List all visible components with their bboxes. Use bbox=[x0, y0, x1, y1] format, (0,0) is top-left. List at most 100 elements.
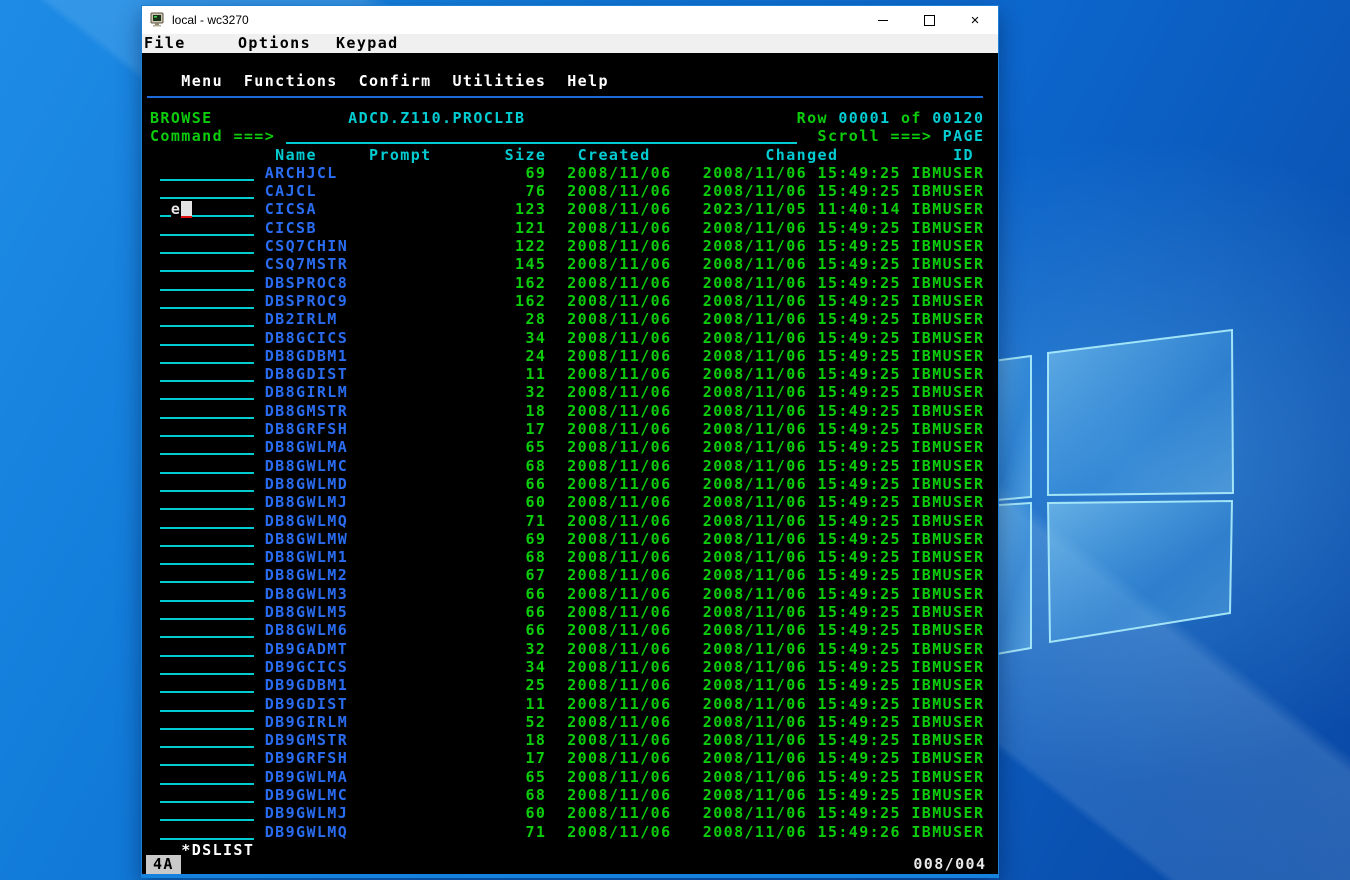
member-created: 2008/11/06 bbox=[567, 749, 672, 768]
selection-field[interactable] bbox=[160, 526, 255, 529]
member-id: IBMUSER bbox=[911, 438, 985, 457]
selection-field[interactable] bbox=[160, 270, 255, 273]
selection-field[interactable] bbox=[160, 691, 255, 694]
selection-field[interactable] bbox=[160, 837, 255, 840]
selection-field[interactable] bbox=[160, 672, 255, 675]
selection-field[interactable] bbox=[160, 416, 255, 419]
member-id: IBMUSER bbox=[911, 456, 985, 475]
member-name: DB9GIRLM bbox=[264, 712, 349, 731]
member-changed: 2008/11/06 15:49:25 bbox=[702, 767, 901, 786]
member-row: CICSB 121 2008/11/06 2008/11/06 15:49:25… bbox=[142, 219, 998, 237]
member-created: 2008/11/06 bbox=[567, 712, 672, 731]
member-created: 2008/11/06 bbox=[567, 438, 672, 457]
scroll-value[interactable]: PAGE bbox=[943, 127, 985, 145]
selection-field[interactable] bbox=[160, 489, 255, 492]
selection-field[interactable] bbox=[160, 306, 255, 309]
member-changed: 2008/11/06 15:49:25 bbox=[702, 365, 901, 384]
panel-mode: BROWSE bbox=[150, 108, 213, 127]
selection-field[interactable] bbox=[160, 435, 255, 437]
selection-field[interactable] bbox=[160, 746, 255, 749]
selection-field[interactable] bbox=[160, 380, 255, 383]
desktop: { "window": { "title": "local - wc3270",… bbox=[0, 0, 1350, 880]
member-size: 28 bbox=[525, 310, 547, 329]
close-button[interactable]: × bbox=[952, 6, 998, 34]
selection-field-underscore[interactable] bbox=[191, 215, 255, 218]
menu-file[interactable]: File bbox=[144, 34, 186, 53]
member-changed: 2008/11/06 15:49:25 bbox=[702, 255, 901, 274]
actionbar-menu[interactable]: Menu bbox=[181, 72, 223, 90]
selection-field[interactable] bbox=[160, 252, 255, 254]
member-changed: 2008/11/06 15:49:25 bbox=[702, 548, 901, 567]
selection-field[interactable] bbox=[160, 709, 255, 712]
member-created: 2008/11/06 bbox=[567, 182, 672, 201]
selection-field[interactable] bbox=[160, 581, 255, 584]
selection-field[interactable] bbox=[160, 599, 255, 602]
member-name: DB9GDBM1 bbox=[264, 676, 349, 695]
member-name: DB8GRFSH bbox=[264, 420, 349, 438]
menu-keypad[interactable]: Keypad bbox=[336, 34, 399, 53]
selection-field[interactable] bbox=[160, 801, 255, 803]
selection-field[interactable] bbox=[160, 727, 255, 730]
selection-field[interactable] bbox=[160, 563, 255, 566]
member-name: DB9GADMT bbox=[264, 639, 349, 658]
selection-field[interactable] bbox=[160, 618, 255, 620]
member-row: DB9GWLMQ 71 2008/11/06 2008/11/06 15:49:… bbox=[142, 823, 998, 841]
selection-field[interactable] bbox=[160, 343, 255, 346]
selection-field[interactable] bbox=[160, 453, 255, 456]
member-created: 2008/11/06 bbox=[567, 474, 672, 493]
member-id: IBMUSER bbox=[911, 474, 985, 493]
selection-field[interactable] bbox=[160, 325, 255, 328]
actionbar-confirm[interactable]: Confirm bbox=[359, 72, 432, 90]
header-created: Created bbox=[577, 145, 651, 164]
selection-field[interactable] bbox=[160, 471, 255, 474]
member-size: 65 bbox=[525, 767, 547, 786]
command-input[interactable] bbox=[285, 142, 797, 145]
member-row: DB9GADMT 32 2008/11/06 2008/11/06 15:49:… bbox=[142, 640, 998, 658]
member-changed: 2008/11/06 15:49:25 bbox=[702, 712, 901, 731]
member-id: IBMUSER bbox=[911, 694, 985, 713]
member-changed: 2008/11/06 15:49:25 bbox=[702, 731, 901, 750]
member-changed: 2008/11/06 15:49:25 bbox=[702, 383, 901, 402]
selection-field[interactable] bbox=[160, 197, 255, 200]
member-size: 34 bbox=[525, 657, 547, 676]
member-id: IBMUSER bbox=[911, 603, 985, 621]
selection-field[interactable] bbox=[160, 361, 255, 364]
member-id: IBMUSER bbox=[911, 822, 985, 841]
selection-field[interactable] bbox=[160, 636, 255, 639]
member-row: DBSPROC9 162 2008/11/06 2008/11/06 15:49… bbox=[142, 292, 998, 310]
maximize-button[interactable] bbox=[906, 6, 952, 34]
member-changed: 2008/11/06 15:49:25 bbox=[702, 511, 901, 530]
member-id: IBMUSER bbox=[911, 401, 985, 420]
close-icon: × bbox=[970, 11, 980, 29]
member-size: 65 bbox=[525, 438, 547, 457]
actionbar-help[interactable]: Help bbox=[567, 72, 609, 90]
selection-field[interactable] bbox=[160, 764, 255, 767]
member-created: 2008/11/06 bbox=[567, 804, 672, 823]
selection-field[interactable] bbox=[160, 178, 255, 181]
actionbar-utilities[interactable]: Utilities bbox=[452, 72, 546, 90]
menu-options[interactable]: Options bbox=[238, 34, 311, 53]
selection-field[interactable] bbox=[160, 233, 255, 236]
selection-field-underscore[interactable] bbox=[160, 215, 171, 218]
row-label: Row bbox=[796, 108, 828, 127]
selection-field[interactable] bbox=[160, 782, 255, 785]
member-name: CSQ7MSTR bbox=[264, 255, 349, 274]
selection-field[interactable] bbox=[160, 288, 255, 291]
typed-command[interactable]: e bbox=[171, 200, 181, 218]
caption-buttons: × bbox=[860, 6, 998, 34]
minimize-button[interactable] bbox=[860, 6, 906, 34]
member-id: IBMUSER bbox=[911, 767, 985, 786]
actionbar-functions[interactable]: Functions bbox=[244, 72, 338, 90]
member-row: DB8GWLMJ 60 2008/11/06 2008/11/06 15:49:… bbox=[142, 493, 998, 511]
selection-field[interactable] bbox=[160, 544, 255, 547]
member-size: 17 bbox=[525, 420, 547, 438]
window-menubar: File Options Keypad bbox=[142, 34, 998, 53]
row-total: 00120 bbox=[932, 108, 985, 127]
selection-field[interactable] bbox=[160, 398, 255, 401]
selection-field[interactable] bbox=[160, 654, 255, 657]
selection-field[interactable] bbox=[160, 508, 255, 511]
member-row: DB9GWLMA 65 2008/11/06 2008/11/06 15:49:… bbox=[142, 768, 998, 786]
selection-field[interactable] bbox=[160, 819, 255, 822]
terminal-screen: Menu Functions Confirm Utilities Help BR… bbox=[142, 53, 998, 874]
member-name: DB8GDIST bbox=[264, 365, 349, 384]
